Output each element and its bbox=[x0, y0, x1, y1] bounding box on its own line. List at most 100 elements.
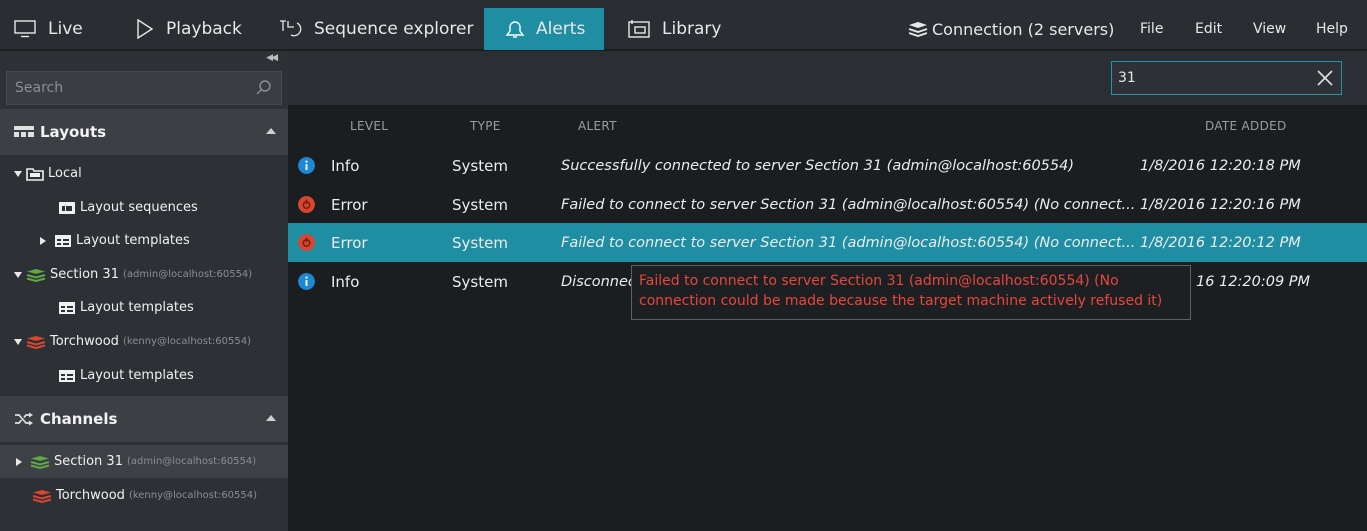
server-address: (admin@localhost:60554) bbox=[126, 456, 257, 467]
row-date: 16 12:20:09 PM bbox=[1196, 273, 1311, 290]
row-alert: Disconnec bbox=[561, 273, 636, 290]
layout-template-icon bbox=[54, 234, 72, 248]
server-stack-icon bbox=[32, 489, 52, 503]
connection-label: Connection (2 servers) bbox=[932, 19, 1115, 39]
alert-filter-input[interactable] bbox=[1112, 62, 1341, 94]
row-level: Info bbox=[331, 272, 360, 291]
tab-label: Live bbox=[48, 19, 83, 39]
tree-item-label: Section 31 bbox=[54, 454, 123, 469]
tab-label: Alerts bbox=[536, 19, 586, 39]
row-date: 1/8/2016 12:20:16 PM bbox=[1140, 196, 1301, 213]
server-address: (kenny@localhost:60554) bbox=[122, 336, 251, 347]
expand-caret-icon[interactable] bbox=[14, 338, 22, 345]
tab-label: Library bbox=[662, 19, 722, 39]
expand-caret-icon[interactable] bbox=[16, 457, 22, 466]
row-date: 1/8/2016 12:20:12 PM bbox=[1140, 234, 1301, 251]
channels-title: Channels bbox=[40, 410, 118, 428]
tab-live[interactable]: Live bbox=[14, 8, 83, 50]
sidebar: ◀◀ Layouts Local Layout sequences Layout… bbox=[0, 51, 288, 531]
table-row[interactable]: Error System Failed to connect to server… bbox=[288, 185, 1367, 224]
tree-item-label: Section 31 bbox=[50, 267, 119, 282]
tree-item-label: Layout templates bbox=[76, 233, 190, 248]
tree-item-layout-templates[interactable]: Layout templates bbox=[0, 359, 288, 392]
tree-item-layout-sequences[interactable]: Layout sequences bbox=[0, 191, 288, 224]
tab-library[interactable]: Library bbox=[628, 8, 721, 50]
row-level: Info bbox=[331, 156, 360, 175]
error-icon bbox=[298, 196, 315, 213]
layout-template-icon bbox=[58, 369, 76, 383]
row-type: System bbox=[452, 195, 508, 214]
collapse-caret-icon[interactable] bbox=[266, 128, 276, 134]
tree-item-label: Layout sequences bbox=[80, 200, 198, 215]
layout-template-icon bbox=[58, 301, 76, 315]
expand-caret-icon[interactable] bbox=[14, 170, 22, 177]
column-header-date-added[interactable]: DATE ADDED bbox=[1205, 119, 1287, 133]
info-icon bbox=[298, 157, 315, 174]
tree-item-label: Local bbox=[48, 166, 82, 181]
top-navigation-bar: Live Playback Sequence explorer Alerts L… bbox=[0, 0, 1367, 50]
tab-sequence-explorer[interactable]: Sequence explorer bbox=[278, 8, 473, 50]
sidebar-search-input[interactable] bbox=[7, 72, 281, 104]
channel-item-torchwood[interactable]: Torchwood (kenny@localhost:60554) bbox=[0, 479, 288, 512]
layouts-title: Layouts bbox=[40, 123, 107, 141]
alert-filter bbox=[1111, 61, 1342, 95]
tree-item-local[interactable]: Local bbox=[0, 157, 288, 190]
server-stack-icon bbox=[908, 22, 928, 37]
library-icon bbox=[628, 20, 650, 38]
info-icon bbox=[298, 273, 315, 290]
menu-file[interactable]: File bbox=[1140, 8, 1163, 50]
row-alert: Failed to connect to server Section 31 (… bbox=[561, 234, 1136, 251]
row-type: System bbox=[452, 233, 508, 252]
error-icon bbox=[298, 234, 315, 251]
connection-menu[interactable]: Connection (2 servers) bbox=[908, 8, 1114, 50]
collapse-caret-icon[interactable] bbox=[266, 415, 276, 421]
shuffle-icon bbox=[14, 412, 34, 426]
tree-item-label: Layout templates bbox=[80, 368, 194, 383]
menu-help[interactable]: Help bbox=[1316, 8, 1348, 50]
row-date: 1/8/2016 12:20:18 PM bbox=[1140, 157, 1301, 174]
tab-label: Sequence explorer bbox=[314, 19, 474, 39]
expand-caret-icon[interactable] bbox=[14, 271, 22, 278]
layout-sequence-icon bbox=[58, 201, 76, 215]
server-stack-icon bbox=[30, 455, 50, 469]
alert-tooltip: Failed to connect to server Section 31 (… bbox=[631, 265, 1191, 320]
tree-item-section-31[interactable]: Section 31 (admin@localhost:60554) bbox=[0, 258, 288, 291]
tree-item-label: Layout templates bbox=[80, 300, 194, 315]
row-alert: Failed to connect to server Section 31 (… bbox=[561, 196, 1136, 213]
server-address: (admin@localhost:60554) bbox=[122, 269, 253, 280]
alerts-toolbar bbox=[288, 51, 1367, 105]
sequence-icon bbox=[280, 20, 302, 37]
search-icon[interactable] bbox=[255, 79, 273, 97]
row-level: Error bbox=[331, 233, 368, 252]
expand-caret-icon[interactable] bbox=[40, 236, 46, 245]
table-row[interactable]: Info System Successfully connected to se… bbox=[288, 146, 1367, 185]
column-header-alert[interactable]: ALERT bbox=[578, 119, 617, 133]
server-address: (kenny@localhost:60554) bbox=[128, 490, 257, 501]
channels-section-header[interactable]: Channels bbox=[0, 396, 288, 442]
menu-view[interactable]: View bbox=[1253, 8, 1286, 50]
collapse-sidebar-icon[interactable]: ◀◀ bbox=[266, 53, 278, 63]
tree-item-label: Torchwood bbox=[50, 334, 119, 349]
tree-item-layout-templates[interactable]: Layout templates bbox=[0, 291, 288, 324]
play-icon bbox=[137, 19, 154, 39]
row-alert: Successfully connected to server Section… bbox=[561, 157, 1075, 174]
channel-item-section-31[interactable]: Section 31 (admin@localhost:60554) bbox=[0, 445, 288, 478]
column-header-type[interactable]: TYPE bbox=[470, 119, 501, 133]
row-type: System bbox=[452, 156, 508, 175]
bell-icon bbox=[505, 21, 525, 38]
layouts-section-header[interactable]: Layouts bbox=[0, 109, 288, 155]
table-row-selected[interactable]: Error System Failed to connect to server… bbox=[288, 223, 1367, 262]
close-icon[interactable] bbox=[1317, 70, 1333, 86]
menu-edit[interactable]: Edit bbox=[1195, 8, 1222, 50]
tree-item-torchwood[interactable]: Torchwood (kenny@localhost:60554) bbox=[0, 325, 288, 358]
folder-icon bbox=[26, 167, 44, 181]
column-header-level[interactable]: LEVEL bbox=[350, 119, 388, 133]
row-type: System bbox=[452, 272, 508, 291]
tab-playback[interactable]: Playback bbox=[136, 8, 242, 50]
tree-item-layout-templates[interactable]: Layout templates bbox=[0, 224, 288, 257]
server-stack-icon bbox=[26, 268, 46, 282]
server-stack-icon bbox=[26, 335, 46, 349]
layouts-icon bbox=[14, 125, 34, 139]
sidebar-search bbox=[6, 71, 282, 105]
tab-alerts[interactable]: Alerts bbox=[484, 8, 604, 50]
